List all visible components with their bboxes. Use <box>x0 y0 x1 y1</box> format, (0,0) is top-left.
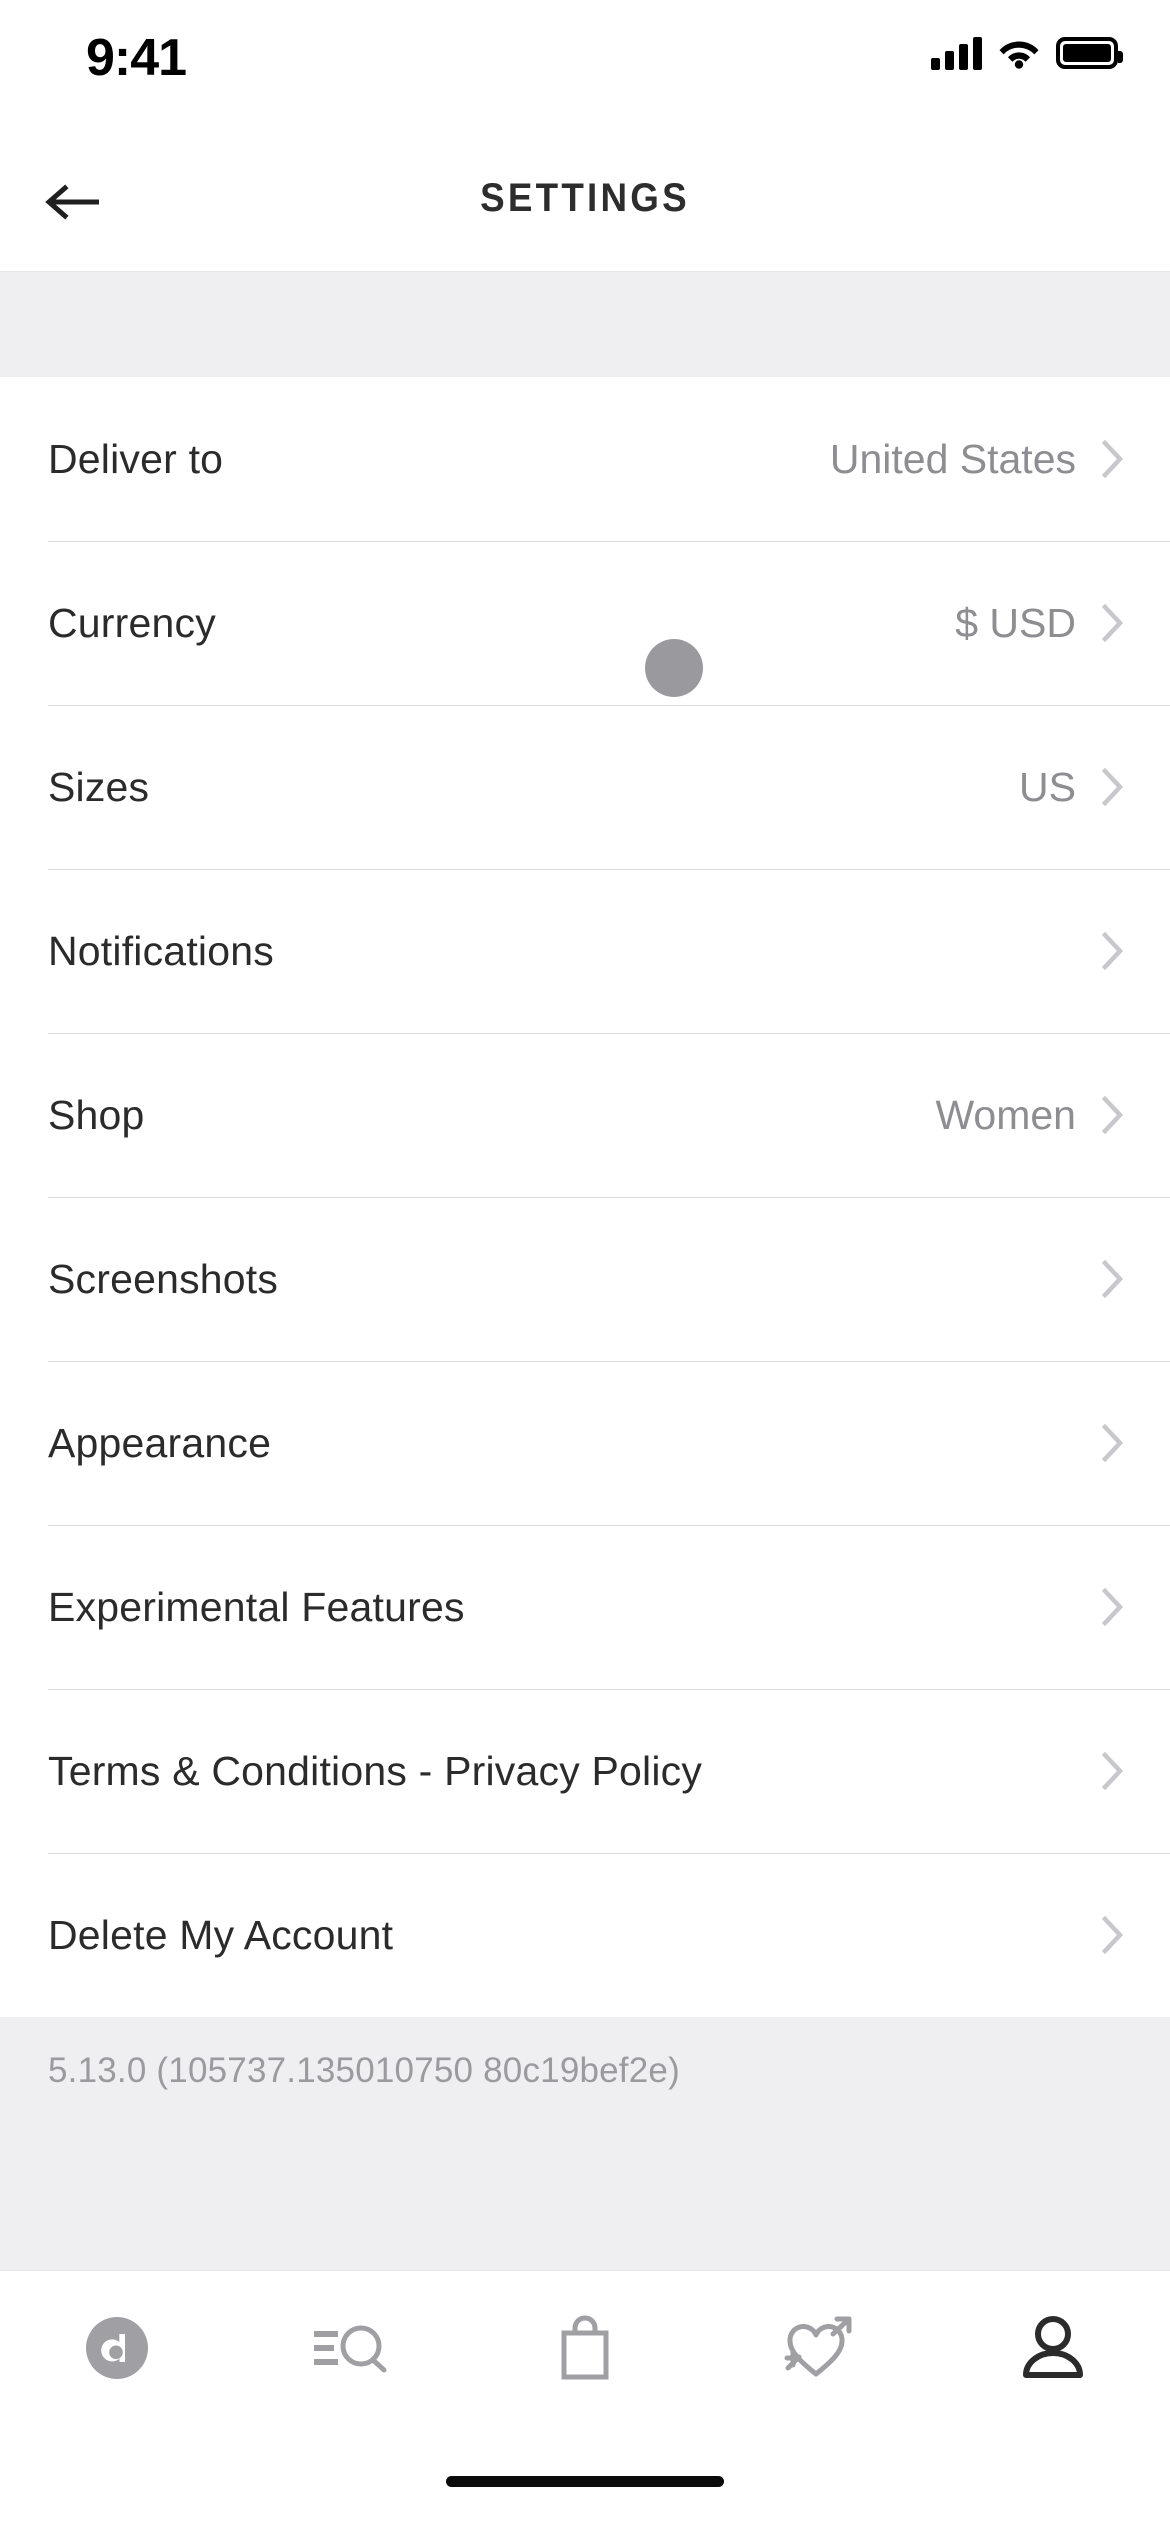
chevron-right-icon <box>1102 1752 1124 1790</box>
row-label: Currency <box>48 599 216 646</box>
settings-row-shop[interactable]: Shop Women <box>0 1033 1170 1197</box>
cellular-signal-icon <box>931 36 982 70</box>
chevron-right-icon <box>1102 440 1124 478</box>
bottom-tab-bar <box>0 2270 1170 2470</box>
tab-account[interactable] <box>936 2293 1170 2403</box>
top-gray-spacer <box>0 272 1170 377</box>
row-label: Sizes <box>48 763 150 810</box>
row-label: Delete My Account <box>48 1911 394 1958</box>
settings-row-screenshots[interactable]: Screenshots <box>0 1197 1170 1361</box>
home-indicator-area <box>0 2470 1170 2532</box>
settings-row-notifications[interactable]: Notifications <box>0 869 1170 1033</box>
row-value: $ USD <box>955 599 1076 646</box>
tab-bag[interactable] <box>468 2293 702 2403</box>
chevron-right-icon <box>1102 1916 1124 1954</box>
battery-full-icon <box>1056 37 1123 69</box>
status-bar: 9:41 <box>0 0 1170 138</box>
chevron-right-icon <box>1102 768 1124 806</box>
settings-row-experimental-features[interactable]: Experimental Features <box>0 1525 1170 1689</box>
row-label: Appearance <box>48 1419 272 1466</box>
settings-row-currency[interactable]: Currency $ USD <box>0 541 1170 705</box>
chevron-right-icon <box>1102 1424 1124 1462</box>
chevron-right-icon <box>1102 1096 1124 1134</box>
app-header: SETTINGS <box>0 138 1170 272</box>
row-label: Shop <box>48 1091 145 1138</box>
page-title: SETTINGS <box>480 176 690 220</box>
settings-scroll-area[interactable]: Deliver to United States Currency $ USD … <box>0 272 1170 2270</box>
chevron-right-icon <box>1102 932 1124 970</box>
settings-list: Deliver to United States Currency $ USD … <box>0 377 1170 2017</box>
row-value: US <box>1019 763 1076 810</box>
settings-row-sizes[interactable]: Sizes US <box>0 705 1170 869</box>
chevron-right-icon <box>1102 1588 1124 1626</box>
shopping-bag-icon <box>561 2315 609 2380</box>
row-label: Experimental Features <box>48 1583 465 1630</box>
app-version-text: 5.13.0 (105737.135010750 80c19bef2e) <box>0 2017 1170 2091</box>
settings-row-deliver-to[interactable]: Deliver to United States <box>0 377 1170 541</box>
row-label: Notifications <box>48 927 274 974</box>
wifi-icon <box>999 41 1039 69</box>
chevron-right-icon <box>1102 604 1124 642</box>
tab-search[interactable] <box>234 2293 468 2403</box>
asos-logo-icon <box>86 2317 148 2379</box>
person-icon <box>1023 2316 1083 2378</box>
tab-saved[interactable] <box>702 2293 936 2403</box>
tab-home[interactable] <box>0 2293 234 2403</box>
status-indicators <box>931 36 1123 70</box>
settings-row-appearance[interactable]: Appearance <box>0 1361 1170 1525</box>
row-label: Deliver to <box>48 435 224 482</box>
status-time: 9:41 <box>86 29 187 87</box>
row-label: Screenshots <box>48 1255 279 1302</box>
home-indicator[interactable] <box>446 2476 724 2487</box>
row-value: Women <box>935 1091 1076 1138</box>
phone-screen: 9:41 SETTINGS Deliver to United States C… <box>0 0 1170 2532</box>
settings-row-delete-account[interactable]: Delete My Account <box>0 1853 1170 2017</box>
row-label: Terms & Conditions - Privacy Policy <box>48 1747 703 1794</box>
settings-row-terms-privacy[interactable]: Terms & Conditions - Privacy Policy <box>0 1689 1170 1853</box>
chevron-right-icon <box>1102 1260 1124 1298</box>
search-list-icon <box>314 2325 387 2373</box>
heart-gender-icon <box>784 2316 852 2377</box>
row-value: United States <box>829 435 1076 482</box>
